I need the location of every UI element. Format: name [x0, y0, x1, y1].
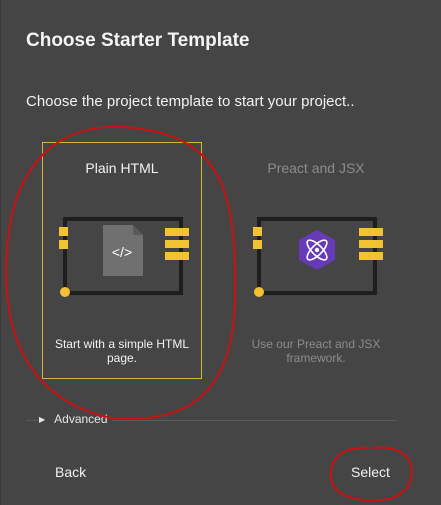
template-card-title: Plain HTML: [85, 160, 159, 176]
select-button[interactable]: Select: [351, 464, 390, 480]
chip-illustration: </>: [59, 217, 189, 297]
advanced-toggle[interactable]: ▶ Advanced: [39, 412, 112, 426]
template-card-title: Preact and JSX: [267, 160, 365, 176]
template-card-plain-html[interactable]: Plain HTML </> Start with a simple HTML …: [42, 142, 202, 379]
chip-illustration: [253, 217, 383, 297]
template-card-description: Start with a simple HTML page.: [54, 337, 190, 365]
preact-atom-icon: [299, 230, 335, 270]
html-file-icon: </>: [103, 225, 143, 276]
dialog-subtitle: Choose the project template to start you…: [26, 93, 355, 110]
html-icon-glyph: </>: [112, 244, 132, 260]
caret-right-icon: ▶: [39, 414, 46, 424]
dialog-title: Choose Starter Template: [26, 30, 250, 51]
template-card-description: Use our Preact and JSX framework.: [251, 337, 381, 365]
starter-template-dialog: Choose Starter Template Choose the proje…: [0, 0, 441, 505]
template-card-preact-jsx[interactable]: Preact and JSX Use our Preact and JSX fr…: [236, 142, 396, 379]
advanced-label: Advanced: [54, 412, 108, 426]
back-button[interactable]: Back: [55, 464, 86, 480]
